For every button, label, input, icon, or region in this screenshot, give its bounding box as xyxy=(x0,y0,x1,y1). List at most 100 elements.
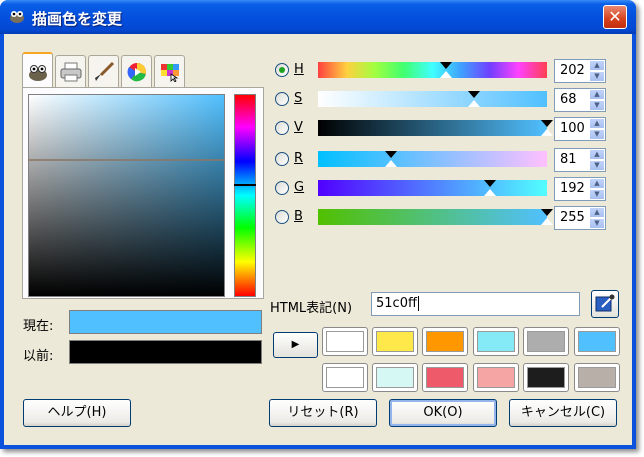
history-swatch-row1-1[interactable] xyxy=(322,327,368,356)
history-swatch-row2-4[interactable] xyxy=(473,363,519,392)
history-swatch-row1-3[interactable] xyxy=(422,327,468,356)
slider-marker-g[interactable] xyxy=(483,180,496,187)
slider-marker-h[interactable] xyxy=(440,62,453,69)
radio-s[interactable] xyxy=(275,92,289,106)
previous-label: 以前: xyxy=(23,349,54,364)
radio-h[interactable] xyxy=(275,63,289,77)
reset-button[interactable]: リセット(R) xyxy=(269,399,377,427)
square-crosshair xyxy=(28,159,225,161)
radio-g[interactable] xyxy=(275,181,289,195)
history-swatch-fill xyxy=(527,331,565,352)
spin-b[interactable]: 255 ▲ ▼ xyxy=(554,206,606,230)
spin-arrows-g: ▲ ▼ xyxy=(589,178,605,200)
palette-icon xyxy=(161,64,179,82)
slider-b[interactable] xyxy=(318,209,547,225)
spin-down-r[interactable]: ▼ xyxy=(589,160,605,171)
tab-palette[interactable] xyxy=(154,55,185,87)
spin-up-s[interactable]: ▲ xyxy=(589,89,605,100)
history-swatch-fill xyxy=(578,367,616,388)
ok-button[interactable]: OK(O) xyxy=(389,399,497,427)
printer-icon xyxy=(60,62,82,82)
slider-marker-base-r xyxy=(385,160,398,167)
tab-watercolor[interactable] xyxy=(88,55,119,87)
slider-marker-base-h xyxy=(440,71,453,78)
tab-cmyk[interactable] xyxy=(55,55,86,87)
help-button[interactable]: ヘルプ(H) xyxy=(23,399,131,427)
history-swatch-fill xyxy=(426,367,464,388)
slider-marker-base-v xyxy=(541,129,553,136)
tab-gimp-selector[interactable] xyxy=(22,52,53,88)
channel-label-h: H xyxy=(294,62,304,77)
history-swatch-fill xyxy=(376,367,414,388)
spin-down-v[interactable]: ▼ xyxy=(589,129,605,140)
radio-b[interactable] xyxy=(275,210,289,224)
slider-marker-b[interactable] xyxy=(541,209,553,216)
history-swatch-row1-5[interactable] xyxy=(523,327,569,356)
paintbrush-icon xyxy=(95,62,115,81)
slider-marker-r[interactable] xyxy=(385,151,398,158)
history-swatch-fill xyxy=(527,367,565,388)
spin-arrows-b: ▲ ▼ xyxy=(589,207,605,229)
channel-label-s: S xyxy=(294,91,303,106)
channel-label-v: V xyxy=(294,120,303,135)
spin-g[interactable]: 192 ▲ ▼ xyxy=(554,177,606,201)
slider-h[interactable] xyxy=(318,62,547,78)
current-color-swatch xyxy=(69,310,262,334)
spin-r[interactable]: 81 ▲ ▼ xyxy=(554,148,606,172)
title-bar[interactable]: 描画色を変更 ✕ xyxy=(0,0,636,34)
history-swatch-row1-2[interactable] xyxy=(372,327,418,356)
saturation-value-square[interactable] xyxy=(28,94,225,297)
html-notation-input[interactable]: 51c0ff xyxy=(371,292,580,316)
slider-marker-v[interactable] xyxy=(541,120,553,127)
radio-v[interactable] xyxy=(275,121,289,135)
history-swatch-fill xyxy=(426,331,464,352)
slider-g[interactable] xyxy=(318,180,547,196)
history-swatch-row2-3[interactable] xyxy=(422,363,468,392)
slider-s[interactable] xyxy=(318,91,547,107)
slider-marker-s[interactable] xyxy=(467,91,480,98)
history-swatch-row2-2[interactable] xyxy=(372,363,418,392)
slider-v[interactable] xyxy=(318,120,547,136)
hue-strip-marker[interactable] xyxy=(234,184,256,186)
spin-up-g[interactable]: ▲ xyxy=(589,178,605,189)
history-swatch-row1-6[interactable] xyxy=(574,327,620,356)
history-swatch-fill xyxy=(477,331,515,352)
spin-down-h[interactable]: ▼ xyxy=(589,71,605,82)
history-swatch-row2-1[interactable] xyxy=(322,363,368,392)
spin-up-r[interactable]: ▲ xyxy=(589,149,605,160)
hue-strip[interactable] xyxy=(234,94,256,297)
spin-value-s: 68 xyxy=(560,92,577,107)
spin-down-s[interactable]: ▼ xyxy=(589,100,605,111)
spin-up-h[interactable]: ▲ xyxy=(589,60,605,71)
tab-wheel[interactable] xyxy=(121,55,152,87)
spin-up-v[interactable]: ▲ xyxy=(589,118,605,129)
channel-label-r: R xyxy=(294,151,304,166)
spin-v[interactable]: 100 ▲ ▼ xyxy=(554,117,606,141)
add-to-history-button[interactable]: ▶ xyxy=(273,332,318,358)
play-arrow-icon: ▶ xyxy=(291,339,300,350)
history-swatch-row2-5[interactable] xyxy=(523,363,569,392)
spin-up-b[interactable]: ▲ xyxy=(589,207,605,218)
spin-h[interactable]: 202 ▲ ▼ xyxy=(554,59,606,83)
radio-r[interactable] xyxy=(275,152,289,166)
text-caret xyxy=(417,296,419,311)
slider-marker-base-s xyxy=(467,100,480,107)
spin-down-b[interactable]: ▼ xyxy=(589,218,605,229)
previous-color-swatch xyxy=(69,340,262,364)
color-wheel-icon xyxy=(127,62,147,82)
slider-marker-base-g xyxy=(483,189,496,196)
slider-r[interactable] xyxy=(318,151,547,167)
history-swatch-row2-6[interactable] xyxy=(574,363,620,392)
window-title: 描画色を変更 xyxy=(32,10,123,28)
color-picker-button[interactable] xyxy=(591,290,619,318)
spin-s[interactable]: 68 ▲ ▼ xyxy=(554,88,606,112)
history-swatch-row1-4[interactable] xyxy=(473,327,519,356)
spin-arrows-v: ▲ ▼ xyxy=(589,118,605,140)
history-swatch-fill xyxy=(477,367,515,388)
color-dialog-window: 描画色を変更 ✕ 現在: 以前: H 202 ▲ ▼ S 68 ▲ ▼ V 10… xyxy=(0,0,636,449)
cancel-button[interactable]: キャンセル(C) xyxy=(509,399,617,427)
channel-label-b: B xyxy=(294,209,303,224)
history-swatch-fill xyxy=(376,331,414,352)
spin-down-g[interactable]: ▼ xyxy=(589,189,605,200)
close-button[interactable]: ✕ xyxy=(603,5,627,29)
